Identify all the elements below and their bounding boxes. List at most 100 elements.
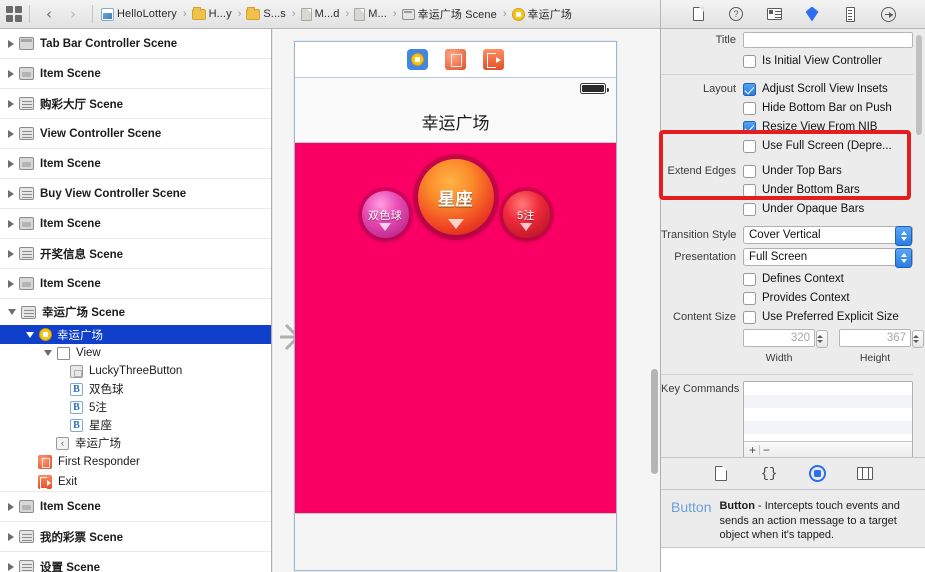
disclosure-triangle-icon[interactable]: [8, 532, 14, 541]
media-library-tab[interactable]: [855, 465, 875, 483]
outline-scene-row[interactable]: 开奖信息 Scene: [0, 239, 271, 269]
file-inspector-tab[interactable]: [687, 5, 709, 23]
breadcrumb-item-storyboard[interactable]: HelloLottery: [100, 0, 178, 29]
content-width-input[interactable]: 320: [743, 329, 828, 348]
title-input[interactable]: [743, 32, 913, 48]
outline-scene-row[interactable]: 购彩大厅 Scene: [0, 89, 271, 119]
hide-bottom-bar-on-push-checkbox[interactable]: [743, 101, 756, 115]
remove-key-command-button[interactable]: −: [763, 443, 770, 457]
size-inspector-tab[interactable]: [839, 5, 861, 23]
outline-scene-row[interactable]: 设置 Scene: [0, 552, 271, 572]
outline-scene-row[interactable]: Tab Bar Controller Scene: [0, 29, 271, 59]
forward-button[interactable]: ›: [61, 6, 85, 22]
view-content[interactable]: 星座 双色球 5注: [295, 143, 616, 513]
disclosure-triangle-icon[interactable]: [8, 99, 14, 108]
disclosure-triangle-icon[interactable]: [8, 502, 14, 511]
file-template-library-tab[interactable]: [711, 465, 731, 483]
button-5zhu[interactable]: 5注: [502, 191, 550, 238]
outline-row-button-shuangseqiu[interactable]: B 双色球: [0, 380, 271, 398]
back-button[interactable]: ‹: [37, 6, 61, 22]
outline-row-view-controller[interactable]: 幸运广场: [0, 325, 271, 344]
first-responder-dock-icon[interactable]: [445, 49, 466, 70]
disclosure-triangle-icon[interactable]: [8, 129, 14, 138]
connections-inspector-tab[interactable]: [877, 5, 899, 23]
disclosure-triangle-icon[interactable]: [8, 189, 14, 198]
scene-vc-icon: [19, 560, 34, 572]
under-top-bars-label: Under Top Bars: [762, 165, 842, 177]
outline-row-button-xingzuo[interactable]: B 星座: [0, 416, 271, 434]
outline-scene-row[interactable]: Buy View Controller Scene: [0, 179, 271, 209]
under-bottom-bars-checkbox[interactable]: [743, 183, 756, 197]
related-items-icon[interactable]: [6, 6, 22, 22]
adjust-scroll-view-insets-checkbox[interactable]: [743, 82, 756, 96]
key-commands-list[interactable]: + −: [743, 381, 913, 459]
resize-view-from-nib-checkbox[interactable]: [743, 120, 756, 134]
width-stepper[interactable]: [816, 330, 828, 348]
document-outline[interactable]: Tab Bar Controller Scene Item Scene 购彩大厅…: [0, 29, 272, 572]
folder-icon: [191, 6, 206, 20]
library-list[interactable]: [661, 547, 925, 572]
disclosure-triangle-icon[interactable]: [44, 350, 52, 356]
use-full-screen-checkbox[interactable]: [743, 139, 756, 153]
object-library-tab[interactable]: [807, 465, 827, 483]
attributes-inspector-tab[interactable]: [801, 5, 823, 23]
button-shuangseqiu[interactable]: 双色球: [361, 191, 409, 238]
under-opaque-bars-checkbox[interactable]: [743, 202, 756, 216]
breadcrumb-item-folder-2[interactable]: S...s: [245, 0, 287, 29]
outline-row-lucky-three-button[interactable]: LuckyThreeButton: [0, 362, 271, 380]
attributes-inspector[interactable]: Title Is Initial View Controller Layout …: [660, 29, 925, 572]
height-caption: Height: [859, 352, 891, 364]
identity-inspector-tab[interactable]: [763, 5, 785, 23]
breadcrumb-item-file-2[interactable]: M...: [353, 0, 388, 29]
breadcrumb-item-view-controller[interactable]: 幸运广场: [511, 0, 573, 29]
disclosure-triangle-icon[interactable]: [8, 249, 14, 258]
button-xingzuo[interactable]: 星座: [417, 159, 494, 235]
disclosure-triangle-icon[interactable]: [8, 562, 14, 571]
under-top-bars-checkbox[interactable]: [743, 164, 756, 178]
quick-help-inspector-tab[interactable]: ?: [725, 5, 747, 23]
disclosure-triangle-icon[interactable]: [8, 309, 16, 315]
defines-context-row: Defines Context: [661, 270, 913, 288]
outline-scene-row[interactable]: Item Scene: [0, 492, 271, 522]
use-preferred-explicit-size-checkbox[interactable]: [743, 310, 756, 324]
storyboard-canvas[interactable]: 幸运广场 星座 双色球 5注: [273, 29, 660, 572]
code-snippet-library-tab[interactable]: {}: [759, 465, 779, 483]
library-object-description: Button Button - Intercepts touch events …: [661, 489, 925, 547]
provides-context-checkbox[interactable]: [743, 291, 756, 305]
outline-row-view[interactable]: View: [0, 344, 271, 362]
breadcrumb-item-file-1[interactable]: M...d: [300, 0, 341, 29]
is-initial-view-controller-checkbox[interactable]: [743, 54, 756, 68]
view-controller-canvas[interactable]: 幸运广场 星座 双色球 5注: [294, 41, 617, 571]
presentation-select[interactable]: Full Screen: [743, 248, 913, 268]
breadcrumb-item-folder-1[interactable]: H...y: [191, 0, 233, 29]
defines-context-checkbox[interactable]: [743, 272, 756, 286]
disclosure-triangle-icon[interactable]: [8, 159, 14, 168]
outline-scene-row[interactable]: Item Scene: [0, 59, 271, 89]
outline-scene-row[interactable]: Item Scene: [0, 269, 271, 299]
outline-scene-row[interactable]: View Controller Scene: [0, 119, 271, 149]
outline-scene-row[interactable]: Item Scene: [0, 149, 271, 179]
outline-row-first-responder[interactable]: First Responder: [0, 452, 271, 472]
add-key-command-button[interactable]: +: [749, 443, 756, 457]
outline-row-exit[interactable]: Exit: [0, 472, 271, 492]
disclosure-triangle-icon[interactable]: [8, 219, 14, 228]
disclosure-triangle-icon[interactable]: [26, 331, 34, 338]
outline-row-button-5zhu[interactable]: B 5注: [0, 398, 271, 416]
outline-scene-row[interactable]: 我的彩票 Scene: [0, 522, 271, 552]
chevron-updown-icon[interactable]: [895, 248, 912, 268]
breadcrumb-item-scene[interactable]: 幸运广场 Scene: [401, 0, 498, 29]
exit-dock-icon[interactable]: [483, 49, 504, 70]
content-height-input[interactable]: 367: [839, 329, 924, 348]
canvas-scrollbar[interactable]: [651, 369, 658, 474]
disclosure-triangle-icon[interactable]: [8, 39, 14, 48]
outline-row-navigation-item[interactable]: ‹ 幸运广场: [0, 434, 271, 452]
transition-style-select[interactable]: Cover Vertical: [743, 226, 913, 246]
outline-scene-row-expanded[interactable]: 幸运广场 Scene: [0, 299, 271, 325]
disclosure-triangle-icon[interactable]: [8, 69, 14, 78]
disclosure-triangle-icon[interactable]: [8, 279, 14, 288]
under-bottom-bars-label: Under Bottom Bars: [762, 184, 860, 196]
height-stepper[interactable]: [912, 330, 924, 348]
chevron-updown-icon[interactable]: [895, 226, 912, 246]
outline-scene-row[interactable]: Item Scene: [0, 209, 271, 239]
view-controller-dock-icon[interactable]: [407, 49, 428, 70]
